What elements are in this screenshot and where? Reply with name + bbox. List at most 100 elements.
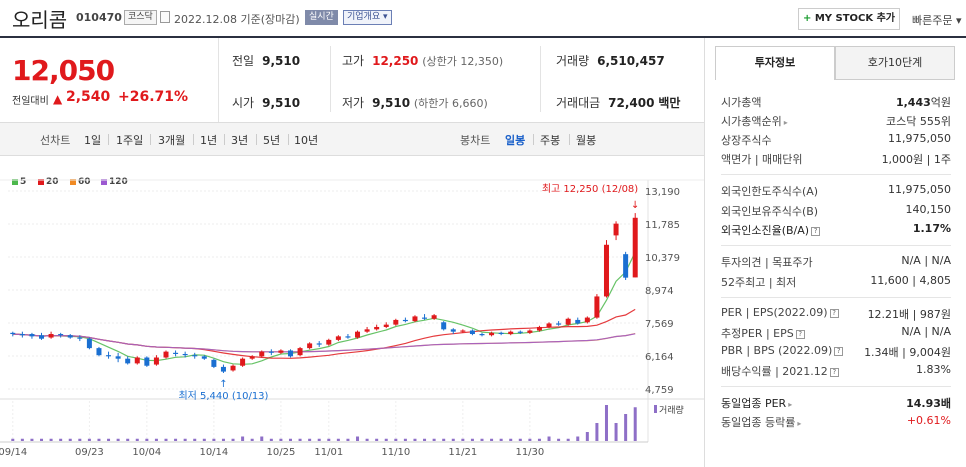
tab-investment-info[interactable]: 투자정보 [715,46,835,80]
my-stock-add-button[interactable]: + MY STOCK 추가 [798,8,900,30]
foreign-limit-row: 외국인한도주식수(A) 11,975,050 [721,183,951,198]
help-icon[interactable]: ? [829,308,839,318]
stock-candle-chart[interactable]: 13,190 11,785 10,379 8,974 7,569 6,164 4,759 09… [0,156,704,467]
high-price: 고가 12,250 (상한가 12,350) [342,54,504,68]
candle-body [383,324,389,327]
candle-body [96,348,102,356]
volume-bar [528,438,532,441]
help-icon[interactable]: ? [834,346,844,356]
high-arrow-icon: ↓ [631,200,639,211]
help-icon[interactable]: ? [795,329,805,339]
candle-body [412,316,418,322]
divider [569,134,570,145]
volume-bar [403,438,407,441]
volume-bar [490,438,494,441]
realtime-badge[interactable]: 실시간 [305,10,338,25]
sector-change-row[interactable]: 동일업종 등락률 ▸ +0.61% [721,414,951,432]
52week-row: 52주최고 | 최저 11,600 | 4,805 [721,274,951,289]
range-3y[interactable]: 3년 [231,132,248,148]
low-arrow-icon: ↑ [219,379,227,390]
y-tick-label: 4,759 [645,385,674,396]
y-tick-label: 6,164 [645,352,674,363]
volume-bar [116,438,120,441]
candle-body [441,322,447,330]
volume-bar [423,438,427,441]
volume-bar [442,438,446,441]
prev-day-label: 전일대비 [12,96,49,107]
trade-value: 거래대금 72,400 백만 [556,96,681,110]
candle-body [211,359,217,367]
help-icon[interactable]: ? [829,367,839,377]
volume-bar [154,438,158,441]
stock-name: 오리콤 [12,8,68,32]
dividend-row: 배당수익률 | 2021.12? 1.83% [721,363,951,378]
volume-bar [40,438,44,441]
range-1y[interactable]: 1년 [200,132,217,148]
candle-body [508,331,514,335]
range-1d[interactable]: 1일 [84,132,101,148]
divider [108,134,109,145]
candle-body [134,357,140,364]
divider [721,386,951,387]
candle-body [556,323,562,325]
date-text: 2022.12.08 기준(장마감) [174,13,300,26]
up-triangle-icon: ▲ [53,92,63,106]
x-tick-label: 10/04 [132,447,161,458]
candle-body [479,334,485,336]
candle-daily[interactable]: 일봉 [505,132,525,148]
range-3m[interactable]: 3개월 [158,132,185,148]
candle-body [240,358,246,366]
volume-bar [384,438,388,441]
volume-bar [250,438,254,441]
x-tick-label: 09/14 [0,447,27,458]
market-cap-row: 시가총액 1,443억원 [721,96,951,109]
volume-bar [557,438,561,441]
company-overview-button[interactable]: 기업개요 ▾ [343,10,392,25]
candle-body [450,329,456,332]
volume-bar [20,438,24,441]
candle-monthly[interactable]: 월봉 [576,132,596,148]
low-price: 저가 9,510 (하한가 6,660) [342,96,488,110]
sector-per-row[interactable]: 동일업종 PER ▸ 14.93배 [721,395,951,413]
range-5y[interactable]: 5년 [263,132,280,148]
candle-body [268,351,274,353]
candle-body [355,331,361,338]
volume-bar [126,438,130,441]
divider [224,134,225,145]
ma120-line [12,333,636,353]
candle-body [393,319,399,325]
current-price: 12,050 [12,54,115,87]
range-10y[interactable]: 10년 [294,132,318,148]
volume-bar [356,436,360,441]
candle-body [498,332,504,335]
candle-body [613,223,619,236]
volume-bar [413,438,417,441]
market-cap-rank-row[interactable]: 시가총액순위 ▸ 코스닥 555위 [721,113,951,131]
candle-body [153,357,159,365]
volume-bar [11,438,15,441]
candle-body [603,244,609,297]
x-tick-label: 11/21 [448,447,477,458]
opinion-row: 투자의견 | 목표주가 N/A | N/A [721,254,951,269]
candle-body [163,351,169,358]
volume-bar [375,438,379,441]
range-1w[interactable]: 1주일 [116,132,143,148]
est-per-row: 추정PER | EPS? N/A | N/A [721,325,951,340]
candle-body [106,355,112,357]
divider [330,46,331,112]
high-annotation: 최고 12,250 (12/08) [542,183,638,195]
volume-bar [451,438,455,441]
candle-weekly[interactable]: 주봉 [540,132,560,148]
candle-body [335,336,341,340]
divider [721,297,951,298]
help-icon[interactable]: ? [811,226,821,236]
tab-order-book[interactable]: 호가10단계 [835,46,955,80]
candle-body [182,353,188,356]
volume-bar [241,436,245,441]
candle-body [364,329,370,332]
candle-body [249,356,255,359]
volume-bar [576,436,580,441]
candle-body [460,330,466,332]
quick-order-button[interactable]: 빠른주문 ▾ [912,12,962,28]
candle-body [192,355,198,357]
